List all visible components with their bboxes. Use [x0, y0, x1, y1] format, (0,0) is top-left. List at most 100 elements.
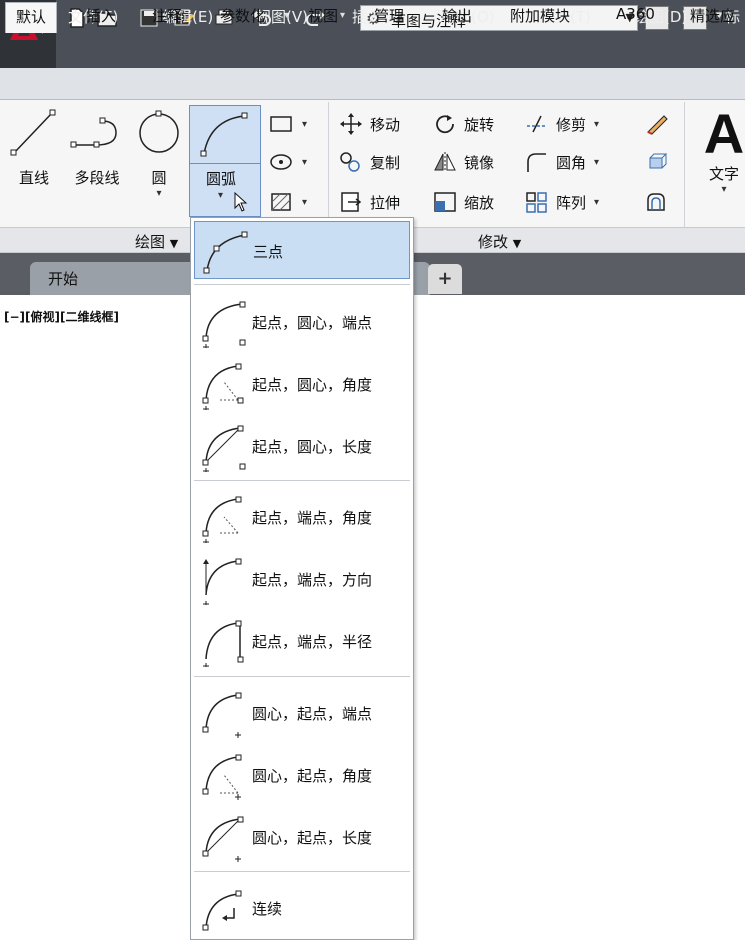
chevron-down-icon: ▾	[594, 196, 600, 208]
tab-manage[interactable]: 管理	[374, 5, 404, 26]
ribbon-tab-bar	[0, 68, 745, 100]
circle-button[interactable]: 圆 ▾	[134, 105, 184, 199]
arc-option-label: 三点	[253, 243, 284, 261]
rotate-label: 旋转	[464, 115, 495, 134]
tab-parametric[interactable]: 参数化	[220, 5, 265, 26]
arc-start-end-direction-icon	[203, 558, 242, 605]
tab-insert[interactable]: 插入	[86, 5, 116, 26]
trim-label: 修剪	[556, 115, 587, 134]
modify-panel-title-label: 修改	[478, 233, 509, 251]
arc-option-start-center-end[interactable]: 起点，圆心，端点	[194, 293, 410, 351]
tab-view[interactable]: 视图	[308, 5, 338, 26]
tab-annotate[interactable]: 注释	[152, 5, 182, 26]
line-label: 直线	[18, 169, 49, 187]
rotate-button[interactable]: 旋转	[432, 110, 494, 138]
arc-option-center-start-length[interactable]: 圆心，起点，长度	[194, 808, 410, 866]
arc-continue-icon	[202, 890, 242, 931]
fillet-button[interactable]: 圆角 ▾	[524, 148, 599, 176]
mirror-button[interactable]: 镜像	[432, 148, 494, 176]
arc-start-end-angle-icon	[202, 496, 242, 543]
tab-output[interactable]: 输出	[442, 5, 472, 26]
arc-option-center-start-end[interactable]: 圆心，起点，端点	[194, 684, 410, 742]
new-tab-plus-icon[interactable]: +	[428, 264, 462, 294]
arc-option-start-end-direction[interactable]: 起点，端点，方向	[194, 550, 410, 608]
arc-option-start-end-radius[interactable]: 起点，端点，半径	[194, 612, 410, 670]
chevron-down-icon: ▾	[594, 156, 600, 168]
tab-default[interactable]: 默认	[5, 2, 58, 33]
array-label: 阵列	[556, 193, 587, 212]
move-button[interactable]: 移动	[338, 110, 400, 138]
arc-start-center-angle-icon	[202, 363, 244, 410]
trim-button[interactable]: 修剪 ▾	[524, 110, 599, 138]
arc-icon	[200, 112, 248, 157]
scale-button[interactable]: 缩放	[432, 188, 494, 216]
arc-option-label: 起点，端点，方向	[252, 571, 373, 589]
text-label: 文字	[708, 165, 739, 183]
line-button[interactable]: 直线	[8, 105, 60, 188]
arc-start-end-radius-icon	[203, 620, 244, 667]
arc-option-continue[interactable]: 连续	[194, 879, 410, 937]
erase-button[interactable]	[644, 110, 670, 138]
offset-icon	[647, 193, 665, 211]
menu-bar	[56, 36, 745, 68]
arc-option-start-center-length[interactable]: 起点，圆心，长度	[194, 417, 410, 475]
rotate-icon	[436, 115, 454, 134]
arc-option-start-end-angle[interactable]: 起点，端点，角度	[194, 488, 410, 546]
viewport-controls[interactable]: [−][俯视][二维线框]	[4, 308, 119, 325]
text-button[interactable]: A 文字 ▾	[696, 102, 745, 196]
arc-option-start-center-angle[interactable]: 起点，圆心，角度	[194, 355, 410, 413]
arc-option-label: 起点，圆心，端点	[252, 314, 373, 332]
arc-option-label: 圆心，起点，端点	[252, 705, 373, 723]
circle-dropdown-icon[interactable]: ▾	[134, 188, 184, 199]
text-icon: A	[703, 102, 745, 165]
stretch-button[interactable]: 拉伸	[338, 188, 400, 216]
chevron-down-icon: ▾	[594, 118, 600, 130]
menu-separator	[194, 871, 410, 872]
arc-three-point-icon	[203, 231, 248, 274]
draw-panel-title[interactable]: 绘图 ▼	[135, 231, 178, 252]
polyline-icon	[70, 117, 117, 148]
stretch-icon	[341, 192, 362, 212]
draw-panel-title-label: 绘图	[135, 233, 166, 251]
arc-option-label: 圆心，起点，角度	[252, 767, 373, 785]
menu-separator	[194, 480, 410, 481]
arc-button[interactable]: 圆弧 ▾	[189, 105, 261, 217]
tab-a360[interactable]: A360	[616, 5, 655, 23]
tab-featured[interactable]: 精选应	[690, 5, 735, 26]
array-icon	[526, 192, 547, 213]
arc-option-three-point[interactable]: 三点	[194, 221, 410, 279]
arc-dropdown-icon: ▾	[218, 190, 224, 201]
start-tab-label: 开始	[48, 270, 79, 288]
rectangle-icon	[270, 116, 292, 132]
arc-center-start-length-icon	[202, 816, 244, 862]
arc-option-label: 圆心，起点，长度	[252, 829, 373, 847]
mouse-cursor-icon	[234, 192, 248, 212]
array-button[interactable]: 阵列 ▾	[524, 188, 599, 216]
menu-separator	[194, 676, 410, 677]
rectangle-button[interactable]: ▾	[268, 110, 307, 138]
chevron-down-icon: ▾	[302, 196, 308, 208]
arc-option-center-start-angle[interactable]: 圆心，起点，角度	[194, 746, 410, 804]
move-icon	[340, 113, 362, 135]
circle-label: 圆	[151, 169, 167, 187]
copy-icon	[340, 152, 360, 172]
explode-button[interactable]	[644, 148, 670, 176]
polyline-label: 多段线	[74, 169, 120, 187]
line-icon	[10, 109, 56, 156]
hatch-icon	[271, 193, 291, 211]
circle-icon	[139, 110, 179, 153]
copy-button[interactable]: 复制	[338, 148, 400, 176]
hatch-button[interactable]: ▾	[268, 148, 307, 176]
text-dropdown-icon[interactable]: ▾	[696, 184, 745, 195]
offset-button[interactable]	[644, 188, 670, 216]
scale-label: 缩放	[464, 193, 495, 212]
trim-icon	[527, 115, 547, 133]
arc-option-label: 连续	[252, 900, 283, 918]
tab-addins[interactable]: 附加模块	[510, 5, 570, 26]
region-button[interactable]: ▾	[268, 188, 307, 216]
arc-button-top[interactable]	[190, 106, 260, 164]
arc-dropdown-menu: 三点 起点，圆心，端点 起点，圆心，角度 起点，圆心，长度 起点，端点，角度 起…	[190, 217, 414, 940]
redo-dropdown-icon[interactable]: ▾	[340, 10, 345, 21]
modify-panel-title[interactable]: 修改 ▼	[478, 231, 521, 252]
polyline-button[interactable]: 多段线	[66, 105, 128, 188]
